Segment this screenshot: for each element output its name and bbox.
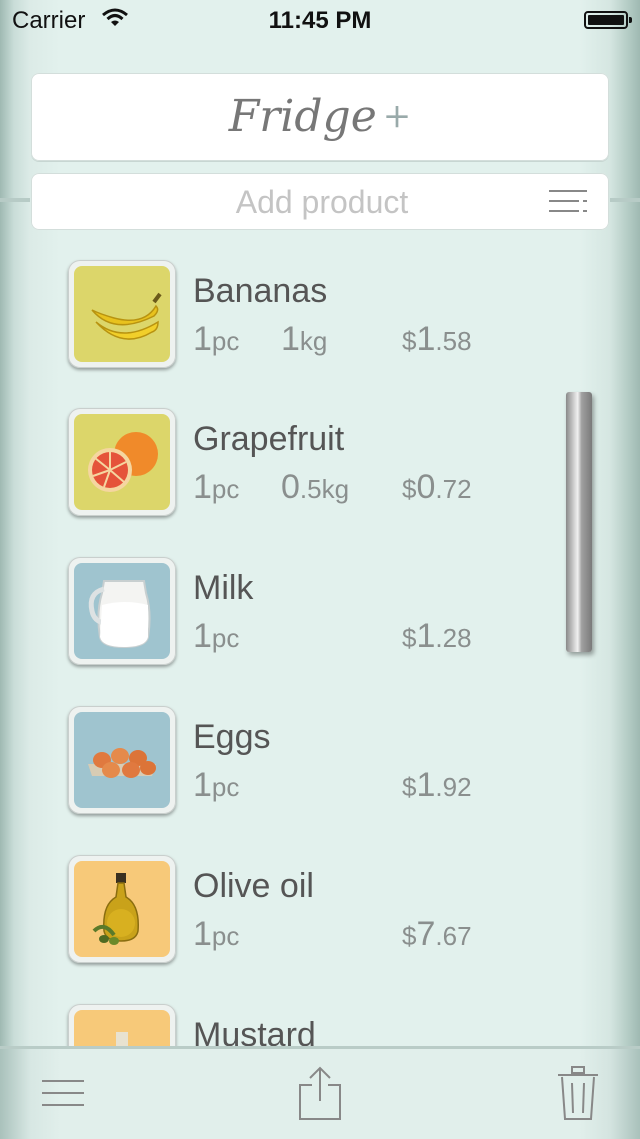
list-options-icon[interactable] xyxy=(549,188,587,216)
product-name: Milk xyxy=(193,569,254,607)
product-list[interactable]: Bananas 1pc 1kg $1.58 Grapefruit 1pc 0.5… xyxy=(0,240,640,1046)
banana-icon xyxy=(91,292,162,340)
product-name: Grapefruit xyxy=(193,420,345,458)
logo-plus: + xyxy=(382,96,412,136)
app-header: Fridge + xyxy=(31,73,609,161)
product-weight: 0.5kg xyxy=(281,468,350,506)
product-price: $1.28 xyxy=(402,617,472,655)
list-item[interactable]: Eggs 1pc $1.92 xyxy=(0,686,640,816)
add-product-bar xyxy=(31,173,613,232)
product-quantity: 1pc xyxy=(193,915,240,953)
product-name: Mustard xyxy=(193,1016,316,1046)
door-hinge-left xyxy=(0,198,30,202)
grapefruit-icon xyxy=(88,432,158,492)
product-price: $7.67 xyxy=(402,915,472,953)
olive-oil-icon xyxy=(92,873,139,945)
status-bar: Carrier 11:45 PM xyxy=(0,0,640,40)
list-item[interactable]: Grapefruit 1pc 0.5kg $0.72 xyxy=(0,388,640,518)
trash-icon[interactable] xyxy=(556,1065,600,1121)
fridge-door-handle-scrollbar[interactable] xyxy=(566,392,592,652)
product-price: $0.72 xyxy=(402,468,472,506)
add-product-input[interactable] xyxy=(31,173,613,232)
product-thumbnail[interactable] xyxy=(68,408,176,516)
list-item[interactable]: Bananas 1pc 1kg $1.58 xyxy=(0,240,640,370)
product-thumbnail[interactable] xyxy=(68,855,176,963)
product-quantity: 1pc xyxy=(193,617,240,655)
door-hinge-right xyxy=(610,198,640,202)
product-thumbnail[interactable] xyxy=(68,706,176,814)
list-item[interactable]: Milk 1pc $1.28 xyxy=(0,537,640,667)
mustard-icon xyxy=(116,1032,128,1046)
bottom-toolbar xyxy=(0,1046,640,1139)
battery-icon xyxy=(584,11,632,29)
product-weight: 1kg xyxy=(281,320,328,358)
product-price: $1.92 xyxy=(402,766,472,804)
product-name: Bananas xyxy=(193,272,328,310)
list-item[interactable]: Olive oil 1pc $7.67 xyxy=(0,835,640,965)
product-quantity: 1pc xyxy=(193,766,240,804)
eggs-icon xyxy=(88,748,156,778)
list-item[interactable]: Mustard xyxy=(0,984,640,1046)
logo-text: Fridge xyxy=(228,91,377,142)
product-name: Olive oil xyxy=(193,867,314,905)
product-thumbnail[interactable] xyxy=(68,260,176,368)
milk-icon xyxy=(88,580,151,649)
product-quantity: 1pc xyxy=(193,320,240,358)
product-quantity: 1pc xyxy=(193,468,240,506)
product-thumbnail[interactable] xyxy=(68,1004,176,1046)
product-name: Eggs xyxy=(193,718,271,756)
product-price: $1.58 xyxy=(402,320,472,358)
menu-icon[interactable] xyxy=(42,1077,84,1109)
product-thumbnail[interactable] xyxy=(68,557,176,665)
share-icon[interactable] xyxy=(298,1065,342,1121)
clock: 11:45 PM xyxy=(268,7,372,34)
app-logo: Fridge + xyxy=(31,91,609,142)
